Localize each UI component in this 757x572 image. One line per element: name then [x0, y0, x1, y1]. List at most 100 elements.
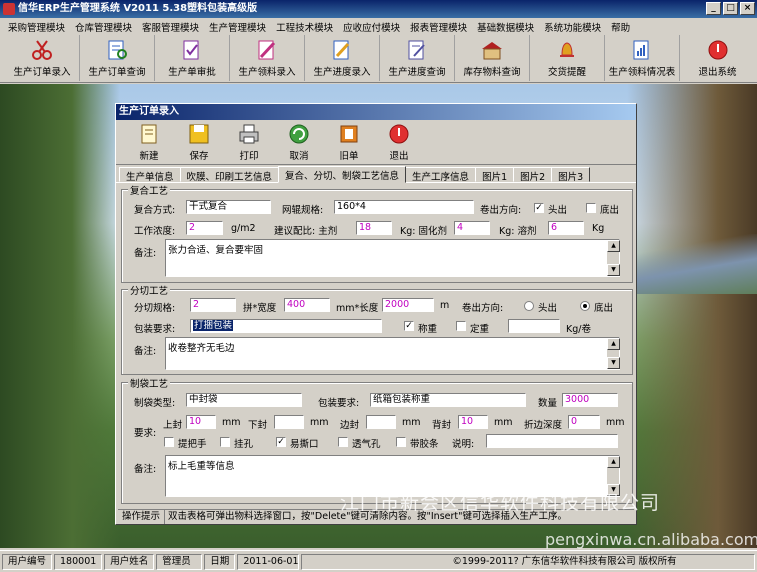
roll-spec-label: 网辊规格: [282, 205, 324, 216]
dialog-exit-button[interactable]: 退出 [374, 120, 424, 164]
print-button[interactable]: 打印 [224, 120, 274, 164]
menu-help[interactable]: 帮助 [607, 18, 636, 35]
thickness-field[interactable]: 2 [186, 221, 223, 235]
toolbar-material-report-button[interactable]: 生产领料情况表 [605, 35, 680, 81]
tab-image-2[interactable]: 图片2 [513, 167, 553, 183]
scroll-up-icon[interactable]: ▲ [607, 240, 620, 252]
main-agent-field[interactable]: 18 [356, 221, 392, 235]
document-search-icon [108, 40, 127, 60]
weigh-checkbox[interactable]: ✓ [404, 321, 414, 331]
save-button[interactable]: 保存 [174, 120, 224, 164]
fixed-weight-checkbox[interactable] [456, 321, 466, 331]
app-title-bar: 信华ERP生产管理系统 V2011 5.38塑料包装高级版 _ □ × [0, 0, 757, 18]
old-order-icon [340, 125, 358, 143]
pencil-icon [333, 40, 350, 60]
menu-purchase[interactable]: 采购管理模块 [4, 18, 71, 35]
fixed-weight-field[interactable] [508, 319, 560, 333]
cancel-button[interactable]: 取消 [274, 120, 324, 164]
scroll-down-icon[interactable]: ▼ [607, 264, 620, 276]
approve-icon [183, 40, 199, 60]
toolbar-delivery-reminder-button[interactable]: 交货提醒 [530, 35, 605, 81]
menu-basic-data[interactable]: 基础数据模块 [473, 18, 540, 35]
solvent-field[interactable]: 6 [548, 221, 584, 235]
maximize-button[interactable]: □ [723, 2, 738, 15]
menu-reports[interactable]: 报表管理模块 [406, 18, 473, 35]
slit-remark-field[interactable]: 收卷整齐无毛边 ▲ ▼ [165, 337, 620, 370]
bag-pack-field[interactable]: 纸箱包装称重 [370, 393, 526, 407]
company-watermark: 江门市新会区信华软件科技有限公司 [340, 492, 661, 514]
new-button[interactable]: 新建 [124, 120, 174, 164]
hang-hole-checkbox[interactable] [220, 437, 230, 447]
toolbar-progress-query-button[interactable]: 生产进度查询 [380, 35, 455, 81]
slit-width-field[interactable]: 400 [284, 298, 330, 312]
toolbar-order-entry-button[interactable]: 生产订单录入 [5, 35, 80, 81]
toolbar-stock-query-button[interactable]: 库存物料查询 [455, 35, 530, 81]
back-seal-field[interactable]: 10 [458, 415, 488, 429]
slit-pack-field[interactable]: 打捆包装 [190, 319, 382, 333]
bag-type-label: 制袋类型: [134, 398, 176, 409]
bag-quantity-field[interactable]: 3000 [562, 393, 618, 407]
curing-agent-field[interactable]: 4 [454, 221, 490, 235]
composite-remark-label: 备注: [134, 248, 157, 259]
handle-checkbox[interactable] [164, 437, 174, 447]
user-name-label: 用户姓名 [104, 553, 155, 570]
toolbar-material-entry-button[interactable]: 生产领料录入 [230, 35, 305, 81]
scissors-icon [32, 40, 52, 60]
slit-length-field[interactable]: 2000 [382, 298, 434, 312]
top-seal-field[interactable]: 10 [186, 415, 216, 429]
app-title: 信华ERP生产管理系统 V2011 5.38塑料包装高级版 [18, 3, 258, 14]
menu-system[interactable]: 系统功能模块 [540, 18, 607, 35]
warehouse-icon [482, 42, 502, 60]
glue-strip-checkbox[interactable] [396, 437, 406, 447]
copyright-text: ©1999-2011? 广东信华软件科技有限公司 版权所有 [301, 553, 755, 570]
print-icon [239, 124, 259, 144]
thickness-label: 工作浓度: [134, 226, 176, 237]
tab-image-1[interactable]: 图片1 [475, 167, 515, 183]
user-no-value: 180001 [54, 553, 103, 570]
slit-spec-field[interactable]: 2 [190, 298, 236, 312]
toolbar-order-query-button[interactable]: 生产订单查询 [80, 35, 155, 81]
tab-order-info[interactable]: 生产单信息 [119, 167, 181, 183]
minimize-button[interactable]: _ [706, 2, 721, 15]
menu-warehouse[interactable]: 仓库管理模块 [71, 18, 138, 35]
composite-method-field[interactable]: 干式复合 [186, 200, 271, 214]
menu-production[interactable]: 生产管理模块 [205, 18, 272, 35]
fold-depth-field[interactable]: 0 [568, 415, 600, 429]
tab-image-3[interactable]: 图片3 [551, 167, 591, 183]
exit-icon [389, 124, 409, 144]
close-button[interactable]: × [740, 2, 755, 15]
scroll-up-icon[interactable]: ▲ [607, 456, 620, 468]
date-label: 日期 [204, 553, 236, 570]
toolbar-order-approve-button[interactable]: 生产单审批 [155, 35, 230, 81]
hint-label: 操作提示 [118, 510, 166, 524]
composite-head-checkbox[interactable]: ✓ [534, 203, 544, 213]
side-seal-field[interactable] [366, 415, 396, 429]
slit-bottom-radio[interactable] [580, 301, 590, 311]
menu-customer[interactable]: 客服管理模块 [138, 18, 205, 35]
menu-engineering[interactable]: 工程技术模块 [272, 18, 339, 35]
slit-head-radio[interactable] [524, 301, 534, 311]
tab-composite-slit-bag[interactable]: 复合、分切、制袋工艺信息 [278, 166, 407, 183]
menu-receivable[interactable]: 应收应付模块 [339, 18, 406, 35]
dialog-title: 生产订单录入 [116, 104, 636, 120]
roll-spec-field[interactable]: 160*4 [334, 200, 474, 214]
toolbar-exit-button[interactable]: 退出系统 [680, 35, 755, 81]
exit-icon [708, 40, 727, 60]
bag-type-field[interactable]: 中封袋 [186, 393, 302, 407]
document-pen-icon [408, 40, 425, 60]
bag-description-field[interactable] [486, 434, 618, 448]
save-icon [189, 124, 209, 144]
tear-notch-checkbox[interactable]: ✓ [276, 437, 286, 447]
toolbar-progress-entry-button[interactable]: 生产进度录入 [305, 35, 380, 81]
tab-blow-print[interactable]: 吹膜、印刷工艺信息 [179, 167, 280, 183]
bottom-seal-field[interactable] [274, 415, 304, 429]
composite-bottom-checkbox[interactable] [586, 203, 596, 213]
scroll-up-icon[interactable]: ▲ [607, 338, 620, 350]
old-order-button[interactable]: 旧单 [324, 120, 374, 164]
scroll-down-icon[interactable]: ▼ [607, 357, 620, 369]
tab-process[interactable]: 生产工序信息 [405, 167, 477, 183]
status-bar: 用户编号 180001 用户姓名 管理员 日期 2011-06-01 ©1999… [0, 550, 757, 572]
composite-remark-field[interactable]: 张力合适、复合要牢固 ▲ ▼ [165, 239, 620, 277]
app-icon [3, 3, 15, 15]
vent-hole-checkbox[interactable] [338, 437, 348, 447]
